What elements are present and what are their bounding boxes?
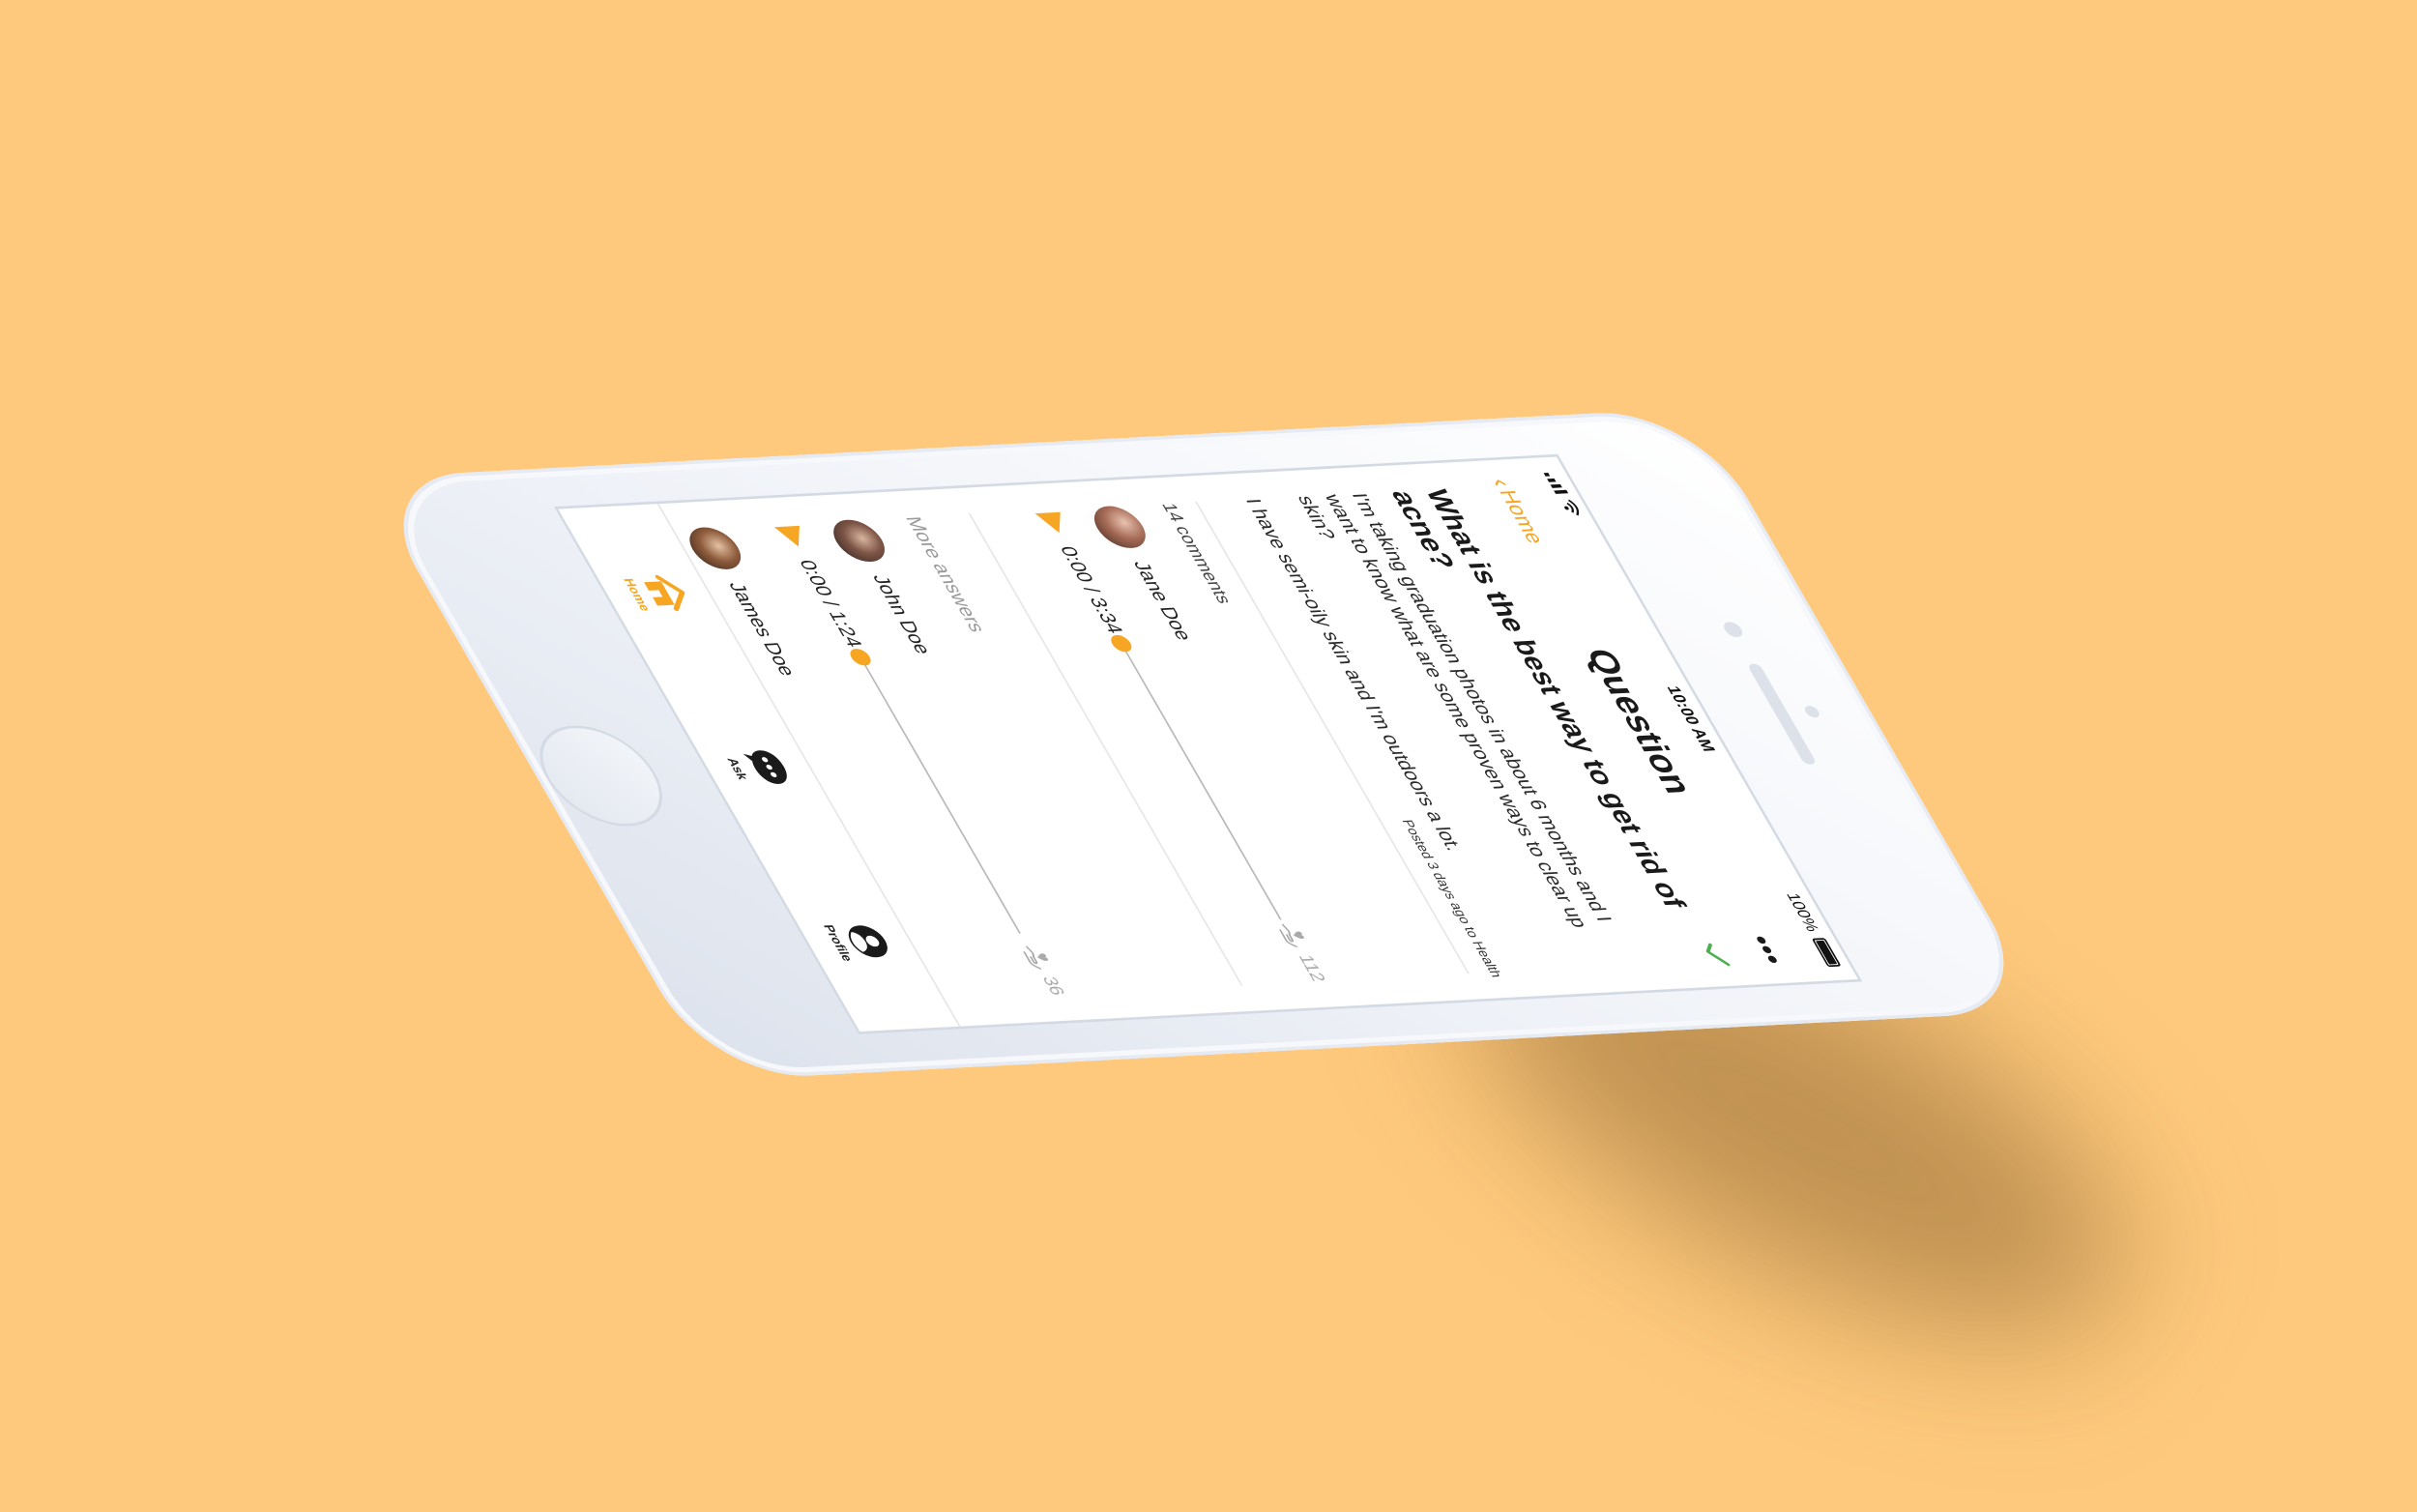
like-button[interactable]: 112 (1274, 922, 1331, 982)
audio-track[interactable] (859, 656, 1021, 934)
like-count: 36 (1037, 975, 1069, 996)
audio-track[interactable] (1120, 643, 1282, 920)
avatar (1085, 505, 1155, 550)
audio-time: 0:00 / 1:24 (794, 559, 868, 648)
hand-heart-icon (1023, 945, 1048, 970)
hand-heart-icon (1279, 923, 1304, 948)
audio-scrubber[interactable] (1107, 634, 1136, 653)
answer-author: Jane Doe (1128, 561, 1198, 641)
audio-time: 0:00 / 3:34 (1055, 545, 1128, 634)
audio-scrubber[interactable] (846, 648, 875, 666)
answer-author: John Doe (867, 574, 937, 655)
play-icon[interactable] (1034, 511, 1072, 534)
like-button[interactable]: 36 (1018, 945, 1070, 996)
like-count: 112 (1294, 954, 1330, 982)
scene: 10:00 AM 100% ‹ Home Question ••• What i… (0, 0, 2417, 1512)
phone: 10:00 AM 100% ‹ Home Question ••• What i… (364, 408, 2044, 1081)
play-icon[interactable] (773, 525, 811, 548)
avatar (824, 518, 894, 564)
